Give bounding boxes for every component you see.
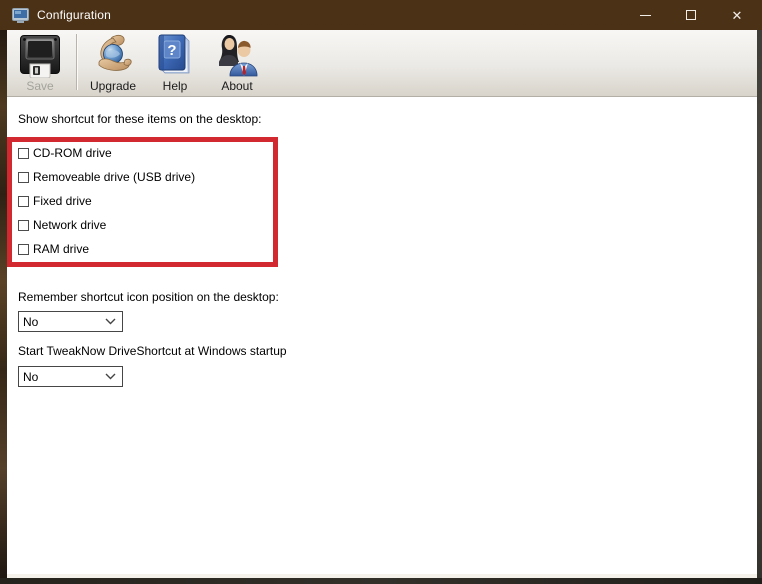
upgrade-button-label: Upgrade: [89, 79, 137, 93]
help-button-label: Help: [162, 79, 188, 93]
window-border-right: [757, 30, 762, 578]
upgrade-button[interactable]: Upgrade: [82, 30, 144, 96]
desktop-wallpaper-strip-left: [0, 30, 7, 578]
cdrom-drive-checkbox[interactable]: [18, 147, 29, 159]
help-button[interactable]: ? Help: [144, 30, 206, 96]
fixed-drive-checkbox[interactable]: [18, 195, 29, 207]
maximize-icon: [686, 10, 696, 20]
network-drive-checkbox[interactable]: [18, 219, 29, 231]
ram-drive-checkbox[interactable]: [18, 243, 29, 255]
checkbox-label: RAM drive: [33, 242, 90, 256]
window-title: Configuration: [37, 8, 111, 22]
window-border-bottom: [0, 578, 762, 584]
checkbox-row-cdrom[interactable]: CD-ROM drive: [18, 141, 258, 165]
close-button[interactable]: ✕: [714, 0, 760, 30]
svg-text:?: ?: [167, 42, 176, 59]
toolbar: Save Upgrade ? Help About: [7, 30, 757, 97]
checkbox-row-fixed[interactable]: Fixed drive: [18, 189, 258, 213]
save-button[interactable]: Save: [9, 30, 71, 96]
chevron-down-icon: [105, 318, 122, 325]
startup-label: Start TweakNow DriveShortcut at Windows …: [18, 344, 287, 358]
checkbox-label: Removeable drive (USB drive): [33, 170, 196, 184]
book-question-icon: ?: [155, 32, 195, 78]
app-monitor-icon: [12, 7, 29, 23]
drive-checkbox-list: CD-ROM drive Removeable drive (USB drive…: [18, 141, 258, 261]
remember-position-label: Remember shortcut icon position on the d…: [18, 290, 279, 304]
minimize-button[interactable]: [622, 0, 668, 30]
remember-position-value: No: [23, 314, 39, 329]
shortcut-section-label: Show shortcut for these items on the des…: [18, 112, 262, 126]
close-icon: ✕: [731, 7, 743, 23]
about-button-label: About: [221, 79, 253, 93]
hands-globe-icon: [91, 32, 135, 78]
minimize-icon: [639, 14, 651, 16]
title-bar[interactable]: Configuration ✕: [0, 0, 762, 30]
checkbox-row-network[interactable]: Network drive: [18, 213, 258, 237]
about-button[interactable]: About: [206, 30, 268, 96]
checkbox-label: Network drive: [33, 218, 107, 232]
startup-dropdown-value: No: [23, 369, 39, 384]
startup-dropdown[interactable]: No: [18, 366, 123, 387]
chevron-down-icon: [105, 373, 122, 380]
window-controls: ✕: [622, 0, 760, 30]
checkbox-row-removeable[interactable]: Removeable drive (USB drive): [18, 165, 258, 189]
checkbox-label: CD-ROM drive: [33, 146, 112, 160]
checkbox-label: Fixed drive: [33, 194, 92, 208]
checkbox-row-ram[interactable]: RAM drive: [18, 237, 258, 261]
toolbar-separator: [76, 34, 77, 90]
maximize-button[interactable]: [668, 0, 714, 30]
remember-position-dropdown[interactable]: No: [18, 311, 123, 332]
people-icon: [215, 32, 259, 78]
removeable-drive-checkbox[interactable]: [18, 171, 29, 183]
save-button-label: Save: [26, 79, 54, 93]
floppy-disk-icon: [19, 33, 61, 78]
configuration-window: { "window": { "title": "Configuration", …: [0, 0, 762, 584]
